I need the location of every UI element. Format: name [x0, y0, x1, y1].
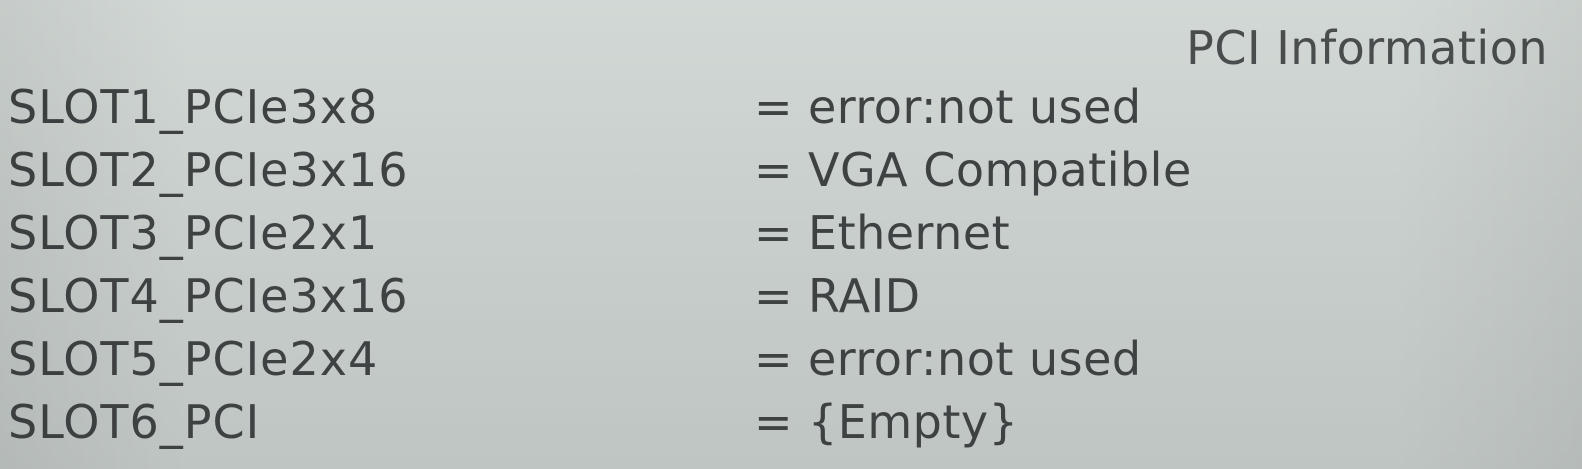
- pci-slot-list: SLOT1_PCIe3x8 = error:not used SLOT2_PCI…: [8, 76, 1568, 454]
- slot-status: RAID: [808, 269, 921, 323]
- separator: =: [754, 269, 793, 323]
- slot-row-2: SLOT2_PCIe3x16 = VGA Compatible: [8, 139, 1568, 202]
- separator: =: [754, 143, 793, 197]
- slot-row-1: SLOT1_PCIe3x8 = error:not used: [8, 76, 1568, 139]
- slot-name: SLOT2_PCIe3x16: [8, 143, 409, 197]
- separator: =: [754, 332, 793, 386]
- slot-row-5: SLOT5_PCIe2x4 = error:not used: [8, 328, 1568, 391]
- slot-status: VGA Compatible: [808, 143, 1192, 197]
- separator: =: [754, 206, 793, 260]
- slot-status: error:not used: [808, 80, 1142, 134]
- separator: =: [754, 395, 793, 449]
- slot-row-3: SLOT3_PCIe2x1 = Ethernet: [8, 202, 1568, 265]
- slot-status: Ethernet: [808, 206, 1011, 260]
- slot-status: {Empty}: [808, 395, 1019, 449]
- page-title: PCI Information: [1186, 21, 1548, 75]
- slot-row-4: SLOT4_PCIe3x16 = RAID: [8, 265, 1568, 328]
- slot-name: SLOT3_PCIe2x1: [8, 206, 379, 260]
- slot-row-6: SLOT6_PCI = {Empty}: [8, 391, 1568, 454]
- slot-name: SLOT5_PCIe2x4: [8, 332, 379, 386]
- slot-status: error:not used: [808, 332, 1142, 386]
- slot-name: SLOT4_PCIe3x16: [8, 269, 409, 323]
- slot-name: SLOT1_PCIe3x8: [8, 80, 379, 134]
- bios-pci-screen: PCI Information SLOT1_PCIe3x8 = error:no…: [0, 0, 1582, 469]
- slot-name: SLOT6_PCI: [8, 395, 261, 449]
- separator: =: [754, 80, 793, 134]
